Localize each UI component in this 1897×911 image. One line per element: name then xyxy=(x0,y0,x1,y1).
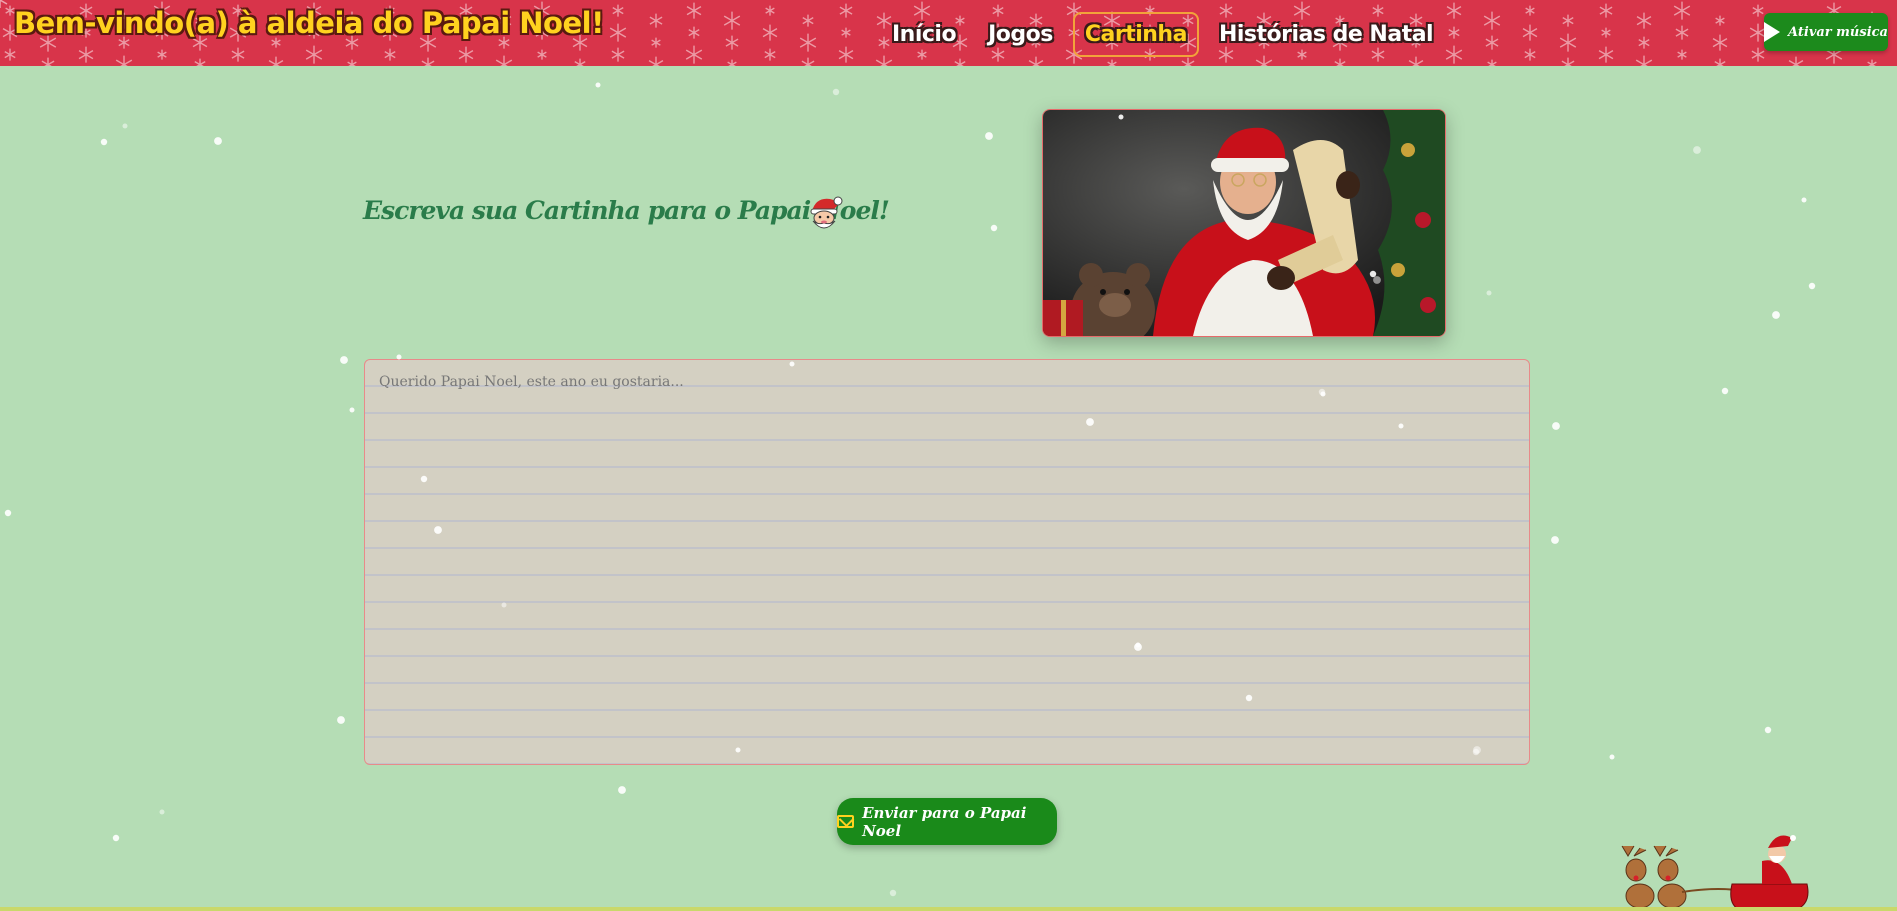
snowflake-dot xyxy=(1772,311,1780,319)
snowflake-dot xyxy=(1486,290,1492,296)
bottom-border xyxy=(0,907,1897,911)
mail-icon xyxy=(837,815,855,828)
music-toggle-button[interactable]: Ativar música xyxy=(1764,13,1888,51)
snowflake-dot xyxy=(618,786,626,794)
snowflake-dot xyxy=(159,809,165,815)
site-header: Bem-vindo(a) à aldeia do Papai Noel! Iní… xyxy=(0,0,1897,66)
snowflake-dot xyxy=(112,834,120,842)
nav-cartinha[interactable]: Cartinha xyxy=(1072,11,1199,57)
snowflake-dot xyxy=(985,132,993,140)
snowflake-dot xyxy=(832,88,840,96)
santa-sleigh-reindeer-icon xyxy=(1621,835,1812,911)
music-button-label: Ativar música xyxy=(1788,24,1888,40)
letter-textarea[interactable] xyxy=(365,360,1529,764)
snowflake-dot xyxy=(1552,422,1560,430)
snowflake-dot xyxy=(337,716,345,724)
snowflake-dot xyxy=(4,509,12,517)
snowflake-dot xyxy=(595,82,601,88)
snowflake-dot xyxy=(1801,197,1807,203)
snowflake-dot xyxy=(1693,146,1701,154)
snowflake-dot xyxy=(990,224,998,232)
nav-historias-de-natal[interactable]: Histórias de Natal xyxy=(1207,12,1445,57)
letter-paper xyxy=(364,359,1530,765)
play-icon xyxy=(1764,22,1781,42)
snowflake-dot xyxy=(1808,282,1816,290)
send-letter-button[interactable]: Enviar para o Papai Noel xyxy=(837,798,1057,845)
nav-jogos[interactable]: Jogos xyxy=(976,12,1065,57)
snowflake-dot xyxy=(889,889,897,897)
snowflake-dot xyxy=(122,123,128,129)
santa-reading-letter-photo xyxy=(1042,109,1446,337)
snowflake-dot xyxy=(1609,754,1615,760)
snowflake-dot xyxy=(340,356,348,364)
snowflake-dot xyxy=(349,407,355,413)
snowflake-dot xyxy=(1721,387,1729,395)
send-button-label: Enviar para o Papai Noel xyxy=(862,803,1027,840)
site-title: Bem-vindo(a) à aldeia do Papai Noel! xyxy=(14,6,604,40)
santa-face-icon xyxy=(810,196,843,229)
snowflake-dot xyxy=(214,137,222,145)
snowflake-dot xyxy=(100,138,108,146)
snowflake-dot xyxy=(1764,726,1772,734)
snowflake-dot xyxy=(1551,536,1559,544)
nav-inicio[interactable]: Início xyxy=(880,12,968,57)
main-nav: Início Jogos Cartinha Histórias de Natal xyxy=(880,7,1453,61)
